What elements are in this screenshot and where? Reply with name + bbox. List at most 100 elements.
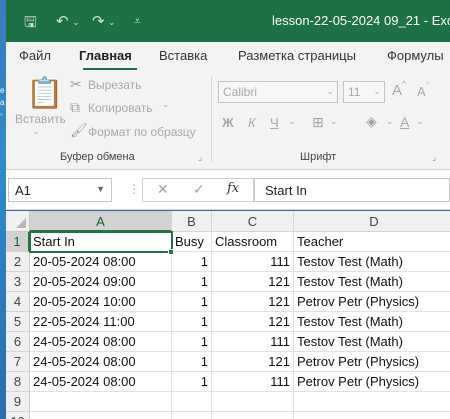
cut-button[interactable]: Вырезать: [88, 78, 141, 92]
row-header[interactable]: 7: [6, 352, 30, 372]
chevron-down-icon: ▼: [96, 184, 105, 194]
enter-icon[interactable]: ✓: [193, 181, 205, 198]
cell-d1[interactable]: Teacher: [294, 232, 450, 252]
cell-d10[interactable]: [294, 412, 450, 419]
font-color-dropdown-icon[interactable]: ⌄: [416, 116, 424, 127]
copy-button[interactable]: Копировать: [88, 101, 153, 115]
cell-c2[interactable]: 111: [212, 252, 294, 272]
cell-b8[interactable]: 1: [172, 372, 212, 392]
column-header-d[interactable]: D: [294, 211, 450, 232]
font-name-value: Calibri: [223, 85, 258, 99]
cell-d3[interactable]: Testov Test (Math): [294, 272, 450, 292]
cell-d6[interactable]: Testov Test (Math): [294, 332, 450, 352]
cell-a1[interactable]: Start In: [30, 232, 172, 252]
row-header[interactable]: 9: [6, 392, 30, 412]
format-painter-icon: 🖌: [70, 122, 88, 138]
borders-dropdown-icon[interactable]: ⌄: [330, 116, 338, 127]
format-painter-button[interactable]: Формат по образцу: [88, 125, 196, 139]
cell-c9[interactable]: [212, 392, 294, 412]
select-all-button[interactable]: [6, 211, 30, 232]
undo-dropdown-icon[interactable]: ⌄: [72, 17, 80, 28]
fill-color-dropdown-icon[interactable]: ⌄: [386, 116, 394, 127]
font-launcher-icon[interactable]: ⌟: [432, 152, 436, 163]
cell-a3[interactable]: 20-05-2024 09:00: [30, 272, 172, 292]
cancel-icon[interactable]: ✕: [157, 181, 169, 198]
save-icon[interactable]: 🖫: [24, 12, 37, 37]
font-name-combo[interactable]: Calibri ⌄: [218, 81, 338, 103]
cell-c10[interactable]: [212, 412, 294, 419]
cell-a5[interactable]: 22-05-2024 11:00: [30, 312, 172, 332]
customize-qat-icon[interactable]: ⩡: [134, 14, 141, 29]
redo-icon[interactable]: ↷: [92, 12, 105, 30]
cell-d5[interactable]: Testov Test (Math): [294, 312, 450, 332]
cell-d4[interactable]: Petrov Petr (Physics): [294, 292, 450, 312]
borders-icon[interactable]: ⊞: [312, 114, 324, 131]
row-header[interactable]: 8: [6, 372, 30, 392]
tab-page-layout[interactable]: Разметка страницы: [238, 48, 356, 63]
formula-input[interactable]: Start In: [254, 178, 450, 202]
cell-b6[interactable]: 1: [172, 332, 212, 352]
font-size-combo[interactable]: 11 ⌄: [343, 81, 385, 103]
underline-dropdown-icon[interactable]: ⌄: [288, 116, 296, 127]
fill-handle[interactable]: [168, 249, 174, 255]
paste-dropdown-icon[interactable]: ⌄: [32, 126, 40, 137]
tab-formulas[interactable]: Формулы: [387, 48, 444, 63]
column-header-c[interactable]: C: [212, 211, 294, 232]
cell-a8[interactable]: 24-05-2024 08:00: [30, 372, 172, 392]
cell-c1[interactable]: Classroom: [212, 232, 294, 252]
bold-button[interactable]: Ж: [222, 115, 234, 130]
cell-b2[interactable]: 1: [172, 252, 212, 272]
cell-a6[interactable]: 24-05-2024 08:00: [30, 332, 172, 352]
cell-b3[interactable]: 1: [172, 272, 212, 292]
row-header[interactable]: 5: [6, 312, 30, 332]
cell-d8[interactable]: Petrov Petr (Physics): [294, 372, 450, 392]
row-header[interactable]: 1: [6, 232, 30, 252]
cell-a7[interactable]: 24-05-2024 08:00: [30, 352, 172, 372]
cell-d7[interactable]: Petrov Petr (Physics): [294, 352, 450, 372]
tab-file[interactable]: Файл: [19, 48, 51, 63]
copy-dropdown-icon[interactable]: ⌄: [162, 99, 170, 110]
cell-a9[interactable]: [30, 392, 172, 412]
redo-dropdown-icon[interactable]: ⌄: [108, 17, 116, 28]
italic-button[interactable]: К: [248, 115, 256, 130]
cell-b10[interactable]: [172, 412, 212, 419]
cell-c3[interactable]: 121: [212, 272, 294, 292]
undo-icon[interactable]: ↶: [56, 12, 69, 30]
formula-bar-grip-icon[interactable]: ⋮: [128, 182, 140, 196]
clipboard-launcher-icon[interactable]: ⌟: [198, 152, 202, 163]
underline-button[interactable]: Ч: [270, 115, 279, 130]
cell-b4[interactable]: 1: [172, 292, 212, 312]
row-header[interactable]: 10: [6, 412, 30, 419]
paste-button[interactable]: Вставить: [15, 112, 66, 126]
cell-a10[interactable]: [30, 412, 172, 419]
paste-icon[interactable]: 📋: [26, 76, 63, 111]
fill-color-icon[interactable]: ◈: [366, 113, 377, 130]
cell-c5[interactable]: 121: [212, 312, 294, 332]
cell-b7[interactable]: 1: [172, 352, 212, 372]
row-header[interactable]: 6: [6, 332, 30, 352]
cell-b1[interactable]: Busy: [172, 232, 212, 252]
cell-d9[interactable]: [294, 392, 450, 412]
insert-function-button[interactable]: fx: [227, 181, 239, 196]
font-color-icon[interactable]: A: [400, 114, 409, 130]
decrease-font-button[interactable]: A: [417, 84, 426, 99]
cell-a4[interactable]: 20-05-2024 10:00: [30, 292, 172, 312]
column-header-b[interactable]: B: [172, 211, 212, 232]
worksheet-grid[interactable]: A B C D 1 Start In Busy Classroom Teacher 2 20…: [6, 211, 450, 419]
cell-b5[interactable]: 1: [172, 312, 212, 332]
row-header[interactable]: 2: [6, 252, 30, 272]
cell-b9[interactable]: [172, 392, 212, 412]
increase-font-button[interactable]: A: [392, 82, 402, 99]
tab-insert[interactable]: Вставка: [159, 48, 207, 63]
tab-home[interactable]: Главная: [79, 48, 132, 63]
cell-d2[interactable]: Testov Test (Math): [294, 252, 450, 272]
column-header-a[interactable]: A: [30, 211, 172, 232]
cell-c7[interactable]: 121: [212, 352, 294, 372]
cell-a2[interactable]: 20-05-2024 08:00: [30, 252, 172, 272]
name-box[interactable]: A1 ▼: [8, 178, 112, 202]
cell-c8[interactable]: 111: [212, 372, 294, 392]
cell-c4[interactable]: 121: [212, 292, 294, 312]
cell-c6[interactable]: 111: [212, 332, 294, 352]
row-header[interactable]: 4: [6, 292, 30, 312]
row-header[interactable]: 3: [6, 272, 30, 292]
